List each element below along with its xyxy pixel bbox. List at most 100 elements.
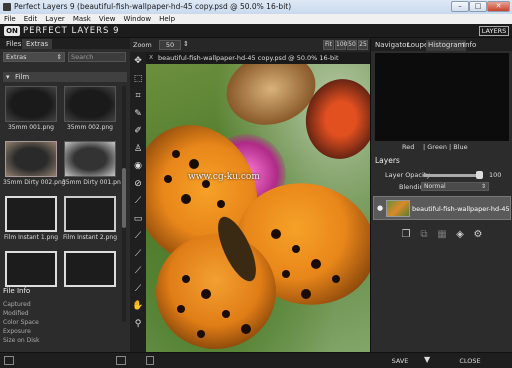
document-tab[interactable]: x beautiful-fish-wallpaper-hd-45 copy.ps… — [146, 52, 370, 64]
menu-edit[interactable]: Edit — [20, 14, 42, 24]
window-title: Perfect Layers 9 (beautiful-fish-wallpap… — [14, 2, 292, 11]
thumbnail-label: 35mm Dirty 002.png — [3, 179, 66, 186]
quick-mask-icon[interactable]: ⟋ — [132, 195, 144, 207]
layers-module-button[interactable]: LAYERS — [479, 26, 509, 36]
flatten-layer-icon[interactable]: ▦ — [435, 228, 449, 242]
tool-strip: ✥ ⬚ ⌗ ✎ ✐ ♙ ◉ ⊘ ⟋ ▭ ⟋ ⟋ ⟋ ⟋ ✋ ⚲ — [130, 52, 146, 352]
menu-view[interactable]: View — [95, 14, 120, 24]
histogram-channels: Red | Green | Blue — [371, 142, 512, 152]
wing-spot — [292, 245, 300, 253]
zoom-tool-icon[interactable]: ⚲ — [132, 318, 144, 330]
filter-row: Extras ⇕ Search — [3, 52, 127, 62]
opacity-slider-fill — [423, 174, 483, 177]
thumbnail-image — [5, 141, 57, 177]
extras-dropdown[interactable]: Extras ⇕ — [3, 52, 65, 62]
zoom-label: Zoom — [133, 41, 152, 49]
menu-help[interactable]: Help — [155, 14, 179, 24]
merge-layer-icon[interactable]: ⧉ — [417, 228, 431, 242]
thumbnail-item[interactable]: 35mm Dirty 002.png — [3, 141, 66, 186]
search-input[interactable]: Search — [68, 52, 126, 62]
thumbnail-item[interactable]: 35mm 002.png — [62, 86, 118, 131]
channel-red[interactable]: Red — [402, 143, 414, 151]
app-logo-text: PERFECT LAYERS 9 — [23, 26, 120, 36]
thumbnail-item[interactable]: 35mm 001.png — [3, 86, 59, 131]
masking-brush-icon[interactable]: ⊘ — [132, 178, 144, 190]
document-title: beautiful-fish-wallpaper-hd-45 copy.psd … — [158, 54, 339, 62]
selection-brush-icon[interactable]: ⟋ — [132, 265, 144, 277]
eye-tool-icon[interactable]: ◉ — [132, 160, 144, 172]
app-icon — [3, 3, 11, 11]
thumbnail-item[interactable]: Film Instant 1.png — [3, 196, 59, 241]
wing-spot — [172, 150, 180, 158]
transform-tool-icon[interactable]: ⬚ — [132, 73, 144, 85]
wing-spot — [217, 200, 225, 208]
zoom-input[interactable]: 50 — [159, 40, 181, 50]
left-tab-row: Files Extras — [0, 38, 130, 49]
right-panel: Navigator Loupe Histogram Info Red | Gre… — [370, 38, 512, 352]
close-button[interactable]: CLOSE — [448, 356, 492, 366]
chevron-down-icon: ⇕ — [56, 53, 62, 61]
wing-spot — [164, 175, 172, 183]
smudge-brush-icon[interactable]: ⟋ — [132, 283, 144, 295]
duplicate-layer-icon[interactable]: ❐ — [399, 228, 413, 242]
retouch-brush-icon[interactable]: ⟋ — [132, 230, 144, 242]
layer-visibility-icon[interactable]: ● — [377, 204, 383, 212]
menu-file[interactable]: File — [0, 14, 20, 24]
wing-spot — [189, 159, 199, 169]
close-window-button[interactable]: ✕ — [487, 1, 510, 12]
image-canvas[interactable]: www.cg-ku.com — [146, 64, 370, 352]
save-options-chevron-icon[interactable]: ▼ — [424, 355, 430, 364]
channel-blue[interactable]: | Blue — [449, 143, 468, 151]
file-info-modified: Modified — [3, 310, 29, 317]
maximize-button[interactable]: □ — [469, 1, 487, 12]
menubar: File Edit Layer Mask View Window Help — [0, 14, 512, 24]
zoom-bar: Zoom 50 ⇕ Fit 100 50 25 — [130, 38, 370, 52]
zoom-100-button[interactable]: 100 — [335, 40, 347, 50]
tab-extras[interactable]: Extras — [22, 39, 53, 49]
zoom-stepper-icon[interactable]: ⇕ — [183, 40, 189, 48]
opacity-slider-knob[interactable] — [476, 171, 483, 179]
blending-select[interactable]: Normal ⇕ — [421, 182, 489, 191]
thumbnail-image — [64, 141, 116, 177]
clone-brush-icon[interactable]: ⟋ — [132, 248, 144, 260]
menu-layer[interactable]: Layer — [41, 14, 69, 24]
thumbnail-image — [5, 86, 57, 122]
thumbnail-scroll-thumb[interactable] — [122, 168, 126, 228]
thumbnail-item[interactable]: Film Instant 2.png — [62, 196, 118, 241]
layer-settings-gear-icon[interactable]: ⚙ — [471, 228, 485, 242]
canvas-info-icon[interactable] — [146, 356, 154, 365]
eraser-tool-icon[interactable]: ✐ — [132, 125, 144, 137]
layer-opacity-value[interactable]: 100 — [489, 171, 501, 179]
wing-spot — [197, 330, 205, 338]
zoom-50-button[interactable]: 50 — [347, 40, 357, 50]
thumbnail-label: Film Instant 1.png — [3, 234, 59, 241]
minimize-button[interactable]: – — [451, 1, 469, 12]
gradient-mask-icon[interactable]: ▭ — [132, 213, 144, 225]
watermark-text: www.cg-ku.com — [188, 172, 260, 182]
stamp-tool-icon[interactable]: ♙ — [132, 143, 144, 155]
app-header: ON PERFECT LAYERS 9 LAYERS — [0, 24, 512, 38]
toggle-left-panel-icon[interactable] — [4, 356, 14, 365]
crop-tool-icon[interactable]: ⌗ — [132, 90, 144, 102]
close-document-icon[interactable]: x — [149, 53, 153, 61]
thumbnail-item[interactable]: 35mm Dirty 001.png — [62, 141, 121, 186]
brush-tool-icon[interactable]: ✎ — [132, 108, 144, 120]
thumbnail-label: Film Instant 2.png — [62, 234, 118, 241]
menu-window[interactable]: Window — [119, 14, 155, 24]
zoom-25-button[interactable]: 25 — [358, 40, 368, 50]
compare-view-icon[interactable] — [116, 356, 126, 365]
move-tool-icon[interactable]: ✥ — [132, 55, 144, 67]
tab-info[interactable]: Info — [461, 40, 478, 51]
zoom-fit-button[interactable]: Fit — [323, 40, 334, 50]
thumbnail-image — [64, 86, 116, 122]
wing-spot-overlay — [164, 150, 340, 338]
fill-layer-icon[interactable]: ◈ — [453, 228, 467, 242]
layer-opacity-slider[interactable] — [423, 171, 483, 179]
menu-mask[interactable]: Mask — [69, 14, 95, 24]
layer-tools-row: ❐ ⧉ ▦ ◈ ⚙ — [391, 228, 501, 242]
folder-row-film[interactable]: ▾ Film — [3, 72, 127, 82]
channel-green[interactable]: | Green — [423, 143, 447, 151]
layer-row[interactable]: ● beautiful-fish-wallpaper-hd-45 — [373, 196, 511, 220]
hand-tool-icon[interactable]: ✋ — [132, 300, 144, 312]
save-button[interactable]: SAVE — [382, 356, 418, 366]
